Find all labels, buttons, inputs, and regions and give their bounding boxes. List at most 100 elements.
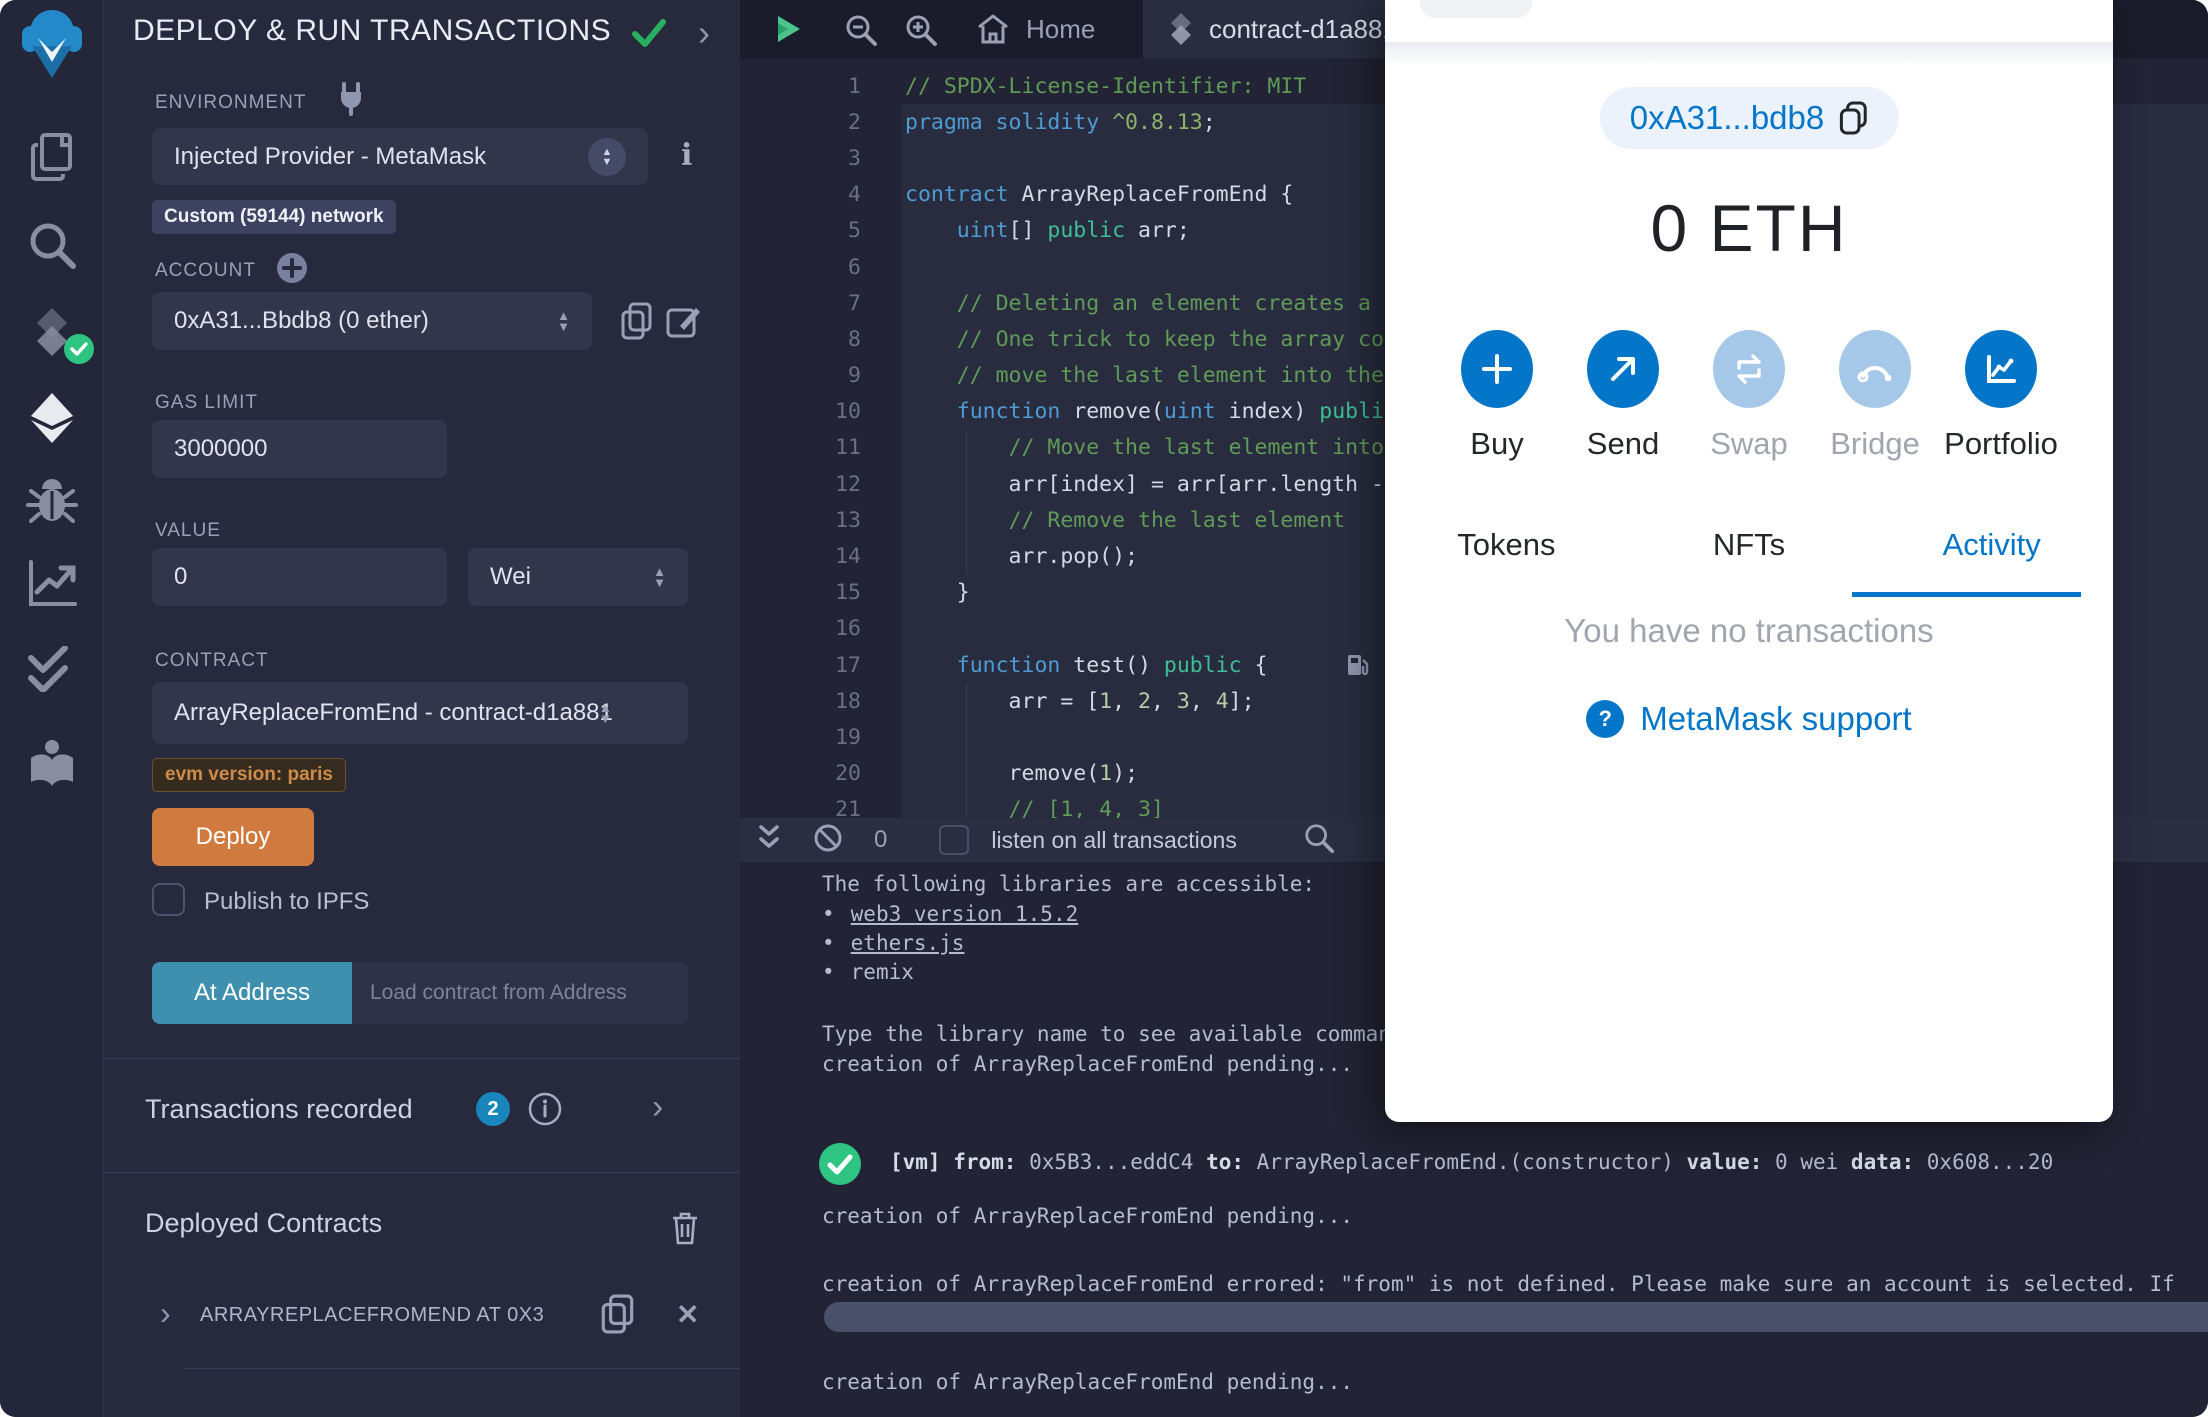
- copy-deployed-icon[interactable]: [600, 1294, 636, 1339]
- environment-info-icon[interactable]: i: [681, 138, 692, 173]
- add-account-icon[interactable]: [276, 252, 308, 289]
- copy-address-icon[interactable]: [1838, 101, 1868, 135]
- rail-item-remix-logo[interactable]: [0, 4, 104, 82]
- divider: [184, 1368, 740, 1369]
- value-unit-select[interactable]: Wei ▲ ▼: [468, 548, 688, 606]
- terminal-line: The following libraries are accessible:: [822, 872, 1316, 896]
- terminal-line: creation of ArrayReplaceFromEnd pending.…: [822, 1052, 1354, 1076]
- rail-item-deploy-run-icon[interactable]: [0, 379, 104, 457]
- terminal-listen-count: 0: [874, 826, 888, 853]
- deployed-row-chevron-icon[interactable]: ›: [160, 1295, 171, 1332]
- page-title: DEPLOY & RUN TRANSACTIONS: [133, 14, 612, 47]
- remove-deployed-close-icon[interactable]: ✕: [676, 1298, 699, 1331]
- expand-terminal-chevrons-icon[interactable]: [754, 822, 784, 859]
- terminal-line: Type the library name to see available c…: [822, 1022, 1429, 1046]
- active-tab-underline: [1852, 592, 2081, 597]
- swap-icon: [1713, 330, 1785, 408]
- send-icon: [1587, 330, 1659, 408]
- home-icon: [978, 14, 1008, 44]
- environment-select[interactable]: Injected Provider - MetaMask ▲ ▼: [152, 128, 648, 185]
- at-address-input[interactable]: [352, 962, 688, 1024]
- rail-item-statistics-icon[interactable]: [0, 545, 104, 623]
- rail-item-file-explorer-icon[interactable]: [0, 118, 104, 196]
- transactions-recorded-label: Transactions recorded: [145, 1094, 413, 1124]
- rail-item-debugger-icon[interactable]: [0, 462, 104, 540]
- terminal-scrollbar[interactable]: [824, 1302, 2208, 1332]
- account-address: 0xA31...bdb8: [1629, 99, 1825, 136]
- environment-spinner-icon[interactable]: ▲ ▼: [588, 137, 626, 176]
- terminal-search-icon[interactable]: [1303, 822, 1335, 859]
- tab-tokens[interactable]: Tokens: [1385, 513, 1628, 577]
- terminal-line[interactable]: • ethers.js: [822, 931, 964, 955]
- gas-limit-input[interactable]: 3000000: [152, 420, 447, 478]
- action-portfolio-button[interactable]: Portfolio: [1944, 330, 2058, 462]
- tab-nfts[interactable]: NFTs: [1628, 513, 1871, 577]
- action-bridge-button[interactable]: Bridge: [1830, 330, 1920, 462]
- transactions-count-badge: 2: [476, 1092, 510, 1126]
- account-spinner-icon[interactable]: ▲ ▼: [557, 309, 570, 333]
- action-send-button[interactable]: Send: [1583, 330, 1663, 462]
- tx-success-check-icon: [818, 1142, 862, 1191]
- clear-deployed-trash-icon[interactable]: [669, 1210, 701, 1251]
- remix-ide-window: DEPLOY & RUN TRANSACTIONS › ENVIRONMENT …: [0, 0, 2208, 1417]
- panel-collapse-chevron-icon[interactable]: ›: [698, 12, 710, 54]
- terminal-line: [vm] from: 0x5B3...eddC4 to: ArrayReplac…: [890, 1150, 2054, 1174]
- clear-terminal-ban-icon[interactable]: [812, 822, 844, 859]
- popup-drag-handle: [1420, 0, 1532, 18]
- unit-spinner-icon[interactable]: ▲ ▼: [653, 565, 666, 589]
- action-swap-button[interactable]: Swap: [1709, 330, 1789, 462]
- listen-transactions-label: listen on all transactions: [991, 826, 1237, 853]
- bridge-icon: [1839, 330, 1911, 408]
- compiled-check-badge-icon: [64, 334, 94, 364]
- rail-item-learneth-icon[interactable]: [0, 724, 104, 802]
- deployed-contracts-label: Deployed Contracts: [145, 1208, 383, 1238]
- at-address-button[interactable]: At Address: [152, 962, 352, 1024]
- publish-ipfs-label: Publish to IPFS: [204, 888, 370, 915]
- zoom-out-icon[interactable]: [844, 13, 878, 52]
- action-buy-button[interactable]: Buy: [1457, 330, 1537, 462]
- rail-item-solidity-compiler-icon[interactable]: [0, 293, 104, 371]
- listen-transactions-checkbox[interactable]: [939, 825, 970, 855]
- no-transactions-text: You have no transactions: [1564, 612, 1934, 649]
- contract-label: CONTRACT: [155, 650, 269, 671]
- terminal-line: • remix: [822, 960, 914, 984]
- rail-item-unit-testing-icon[interactable]: [0, 630, 104, 708]
- portfolio-icon: [1965, 330, 2037, 408]
- edit-account-icon[interactable]: [666, 302, 702, 343]
- plus-icon: [1461, 330, 1533, 408]
- rail-item-search-icon[interactable]: [0, 206, 104, 284]
- contract-spinner-icon[interactable]: ▲ ▼: [599, 701, 612, 725]
- divider: [104, 1058, 740, 1059]
- eth-balance: 0 ETH: [1650, 191, 1848, 265]
- metamask-support-link[interactable]: ? MetaMask support: [1385, 700, 2113, 738]
- copy-account-icon[interactable]: [620, 302, 654, 345]
- contract-select[interactable]: ArrayReplaceFromEnd - contract-d1a881 ▲ ▼: [152, 682, 688, 744]
- value-input[interactable]: 0: [152, 548, 447, 606]
- value-label: VALUE: [155, 520, 221, 541]
- deploy-run-panel: DEPLOY & RUN TRANSACTIONS › ENVIRONMENT …: [104, 0, 740, 1417]
- tab-activity[interactable]: Activity: [1870, 513, 2113, 577]
- zoom-in-icon[interactable]: [904, 13, 938, 52]
- tab-home[interactable]: Home: [976, 0, 1095, 58]
- gas-estimate-icon: [1345, 652, 1371, 684]
- deployed-contract-item[interactable]: ARRAYREPLACEFROMEND AT 0X3: [200, 1304, 544, 1327]
- terminal-line: creation of ArrayReplaceFromEnd pending.…: [822, 1370, 1354, 1394]
- terminal-line: creation of ArrayReplaceFromEnd pending.…: [822, 1204, 1354, 1228]
- account-label: ACCOUNT: [155, 260, 256, 281]
- icon-rail: [0, 0, 104, 1417]
- terminal-line[interactable]: • web3 version 1.5.2: [822, 902, 1078, 926]
- metamask-popup: 0xA31...bdb8 0 ETH Buy Send Swap Bridge Port…: [1385, 0, 2113, 1122]
- evm-version-badge: evm version: paris: [152, 758, 346, 792]
- run-script-play-icon[interactable]: [772, 13, 804, 50]
- transactions-info-icon[interactable]: [528, 1092, 562, 1131]
- gas-limit-label: GAS LIMIT: [155, 392, 258, 413]
- deploy-button[interactable]: Deploy: [152, 808, 314, 866]
- network-badge: Custom (59144) network: [152, 200, 396, 234]
- transactions-expand-chevron-icon[interactable]: ›: [652, 1088, 663, 1127]
- compile-success-check-icon: [632, 18, 666, 53]
- terminal-line: creation of ArrayReplaceFromEnd errored:…: [822, 1272, 2175, 1296]
- environment-label: ENVIRONMENT: [155, 92, 307, 113]
- publish-ipfs-checkbox[interactable]: [152, 883, 185, 916]
- account-address-pill[interactable]: 0xA31...bdb8: [1599, 87, 1899, 149]
- account-select[interactable]: 0xA31...Bbdb8 (0 ether) ▲ ▼: [152, 292, 592, 350]
